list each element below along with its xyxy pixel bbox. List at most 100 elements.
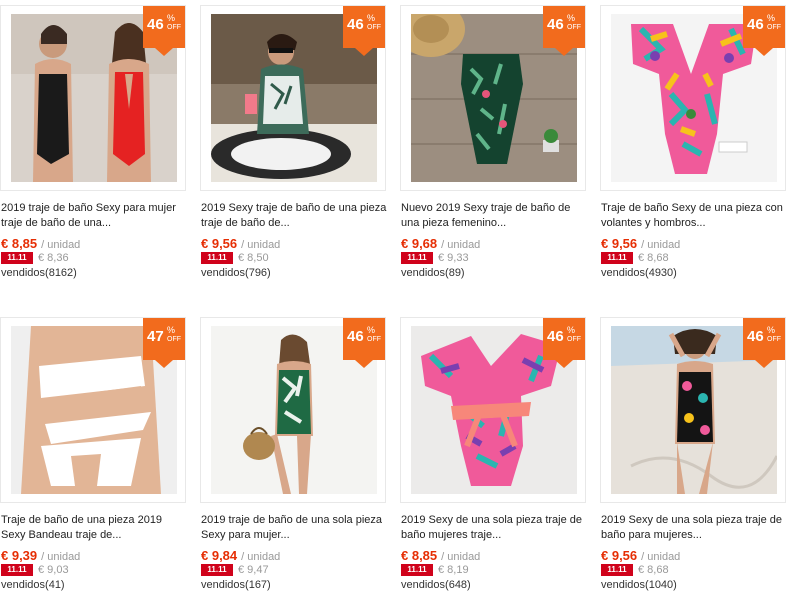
price-unit: / unidad bbox=[441, 239, 481, 251]
product-title[interactable]: 2019 Sexy traje de baño de una pieza tra… bbox=[201, 201, 387, 233]
promo-row: 11.11 € 9,03 bbox=[1, 564, 69, 577]
discount-badge: 46 % OFF bbox=[343, 6, 385, 56]
price-row: € 8,85/ unidad bbox=[401, 548, 480, 563]
product-price: € 9,56 bbox=[601, 548, 638, 563]
price-row: € 9,56/ unidad bbox=[201, 236, 280, 251]
price-row: € 9,56/ unidad bbox=[601, 548, 680, 563]
promo-tag: 11.11 bbox=[401, 252, 433, 265]
promo-row: 11.11 € 8,68 bbox=[601, 252, 669, 265]
promo-price: € 8,68 bbox=[638, 252, 669, 264]
price-unit: / unidad bbox=[241, 239, 281, 251]
price-unit: / unidad bbox=[641, 239, 681, 251]
promo-tag: 11.11 bbox=[601, 564, 633, 577]
product-title[interactable]: 2019 Sexy de una sola pieza traje de bañ… bbox=[601, 513, 787, 545]
discount-percent-sign: % bbox=[367, 13, 376, 23]
product-title[interactable]: Traje de baño de una pieza 2019 Sexy Ban… bbox=[1, 513, 187, 545]
sold-count: vendidos(1040) bbox=[601, 579, 677, 591]
product-price: € 9,56 bbox=[201, 236, 238, 251]
product-image[interactable]: 46 % OFF bbox=[400, 5, 586, 191]
product-image[interactable]: 46 % OFF bbox=[0, 5, 186, 191]
price-row: € 9,56/ unidad bbox=[601, 236, 680, 251]
discount-value: 46 bbox=[747, 328, 764, 345]
discount-badge: 46 % OFF bbox=[543, 6, 585, 56]
discount-off-label: OFF bbox=[367, 336, 381, 343]
sold-count: vendidos(8162) bbox=[1, 267, 77, 279]
discount-percent-sign: % bbox=[567, 13, 576, 23]
discount-badge: 46 % OFF bbox=[143, 6, 185, 56]
discount-off-label: OFF bbox=[567, 336, 581, 343]
discount-percent-sign: % bbox=[167, 325, 176, 335]
price-row: € 8,85/ unidad bbox=[1, 236, 80, 251]
promo-price: € 8,19 bbox=[438, 564, 469, 576]
discount-value: 46 bbox=[547, 16, 564, 33]
product-card[interactable]: 46 % OFF Nuevo 2019 Sexy traje de baño d… bbox=[400, 0, 596, 290]
product-title[interactable]: Traje de baño Sexy de una pieza con vola… bbox=[601, 201, 787, 233]
promo-tag: 11.11 bbox=[1, 564, 33, 577]
discount-percent-sign: % bbox=[167, 13, 176, 23]
sold-count: vendidos(167) bbox=[201, 579, 271, 591]
product-price: € 9,68 bbox=[401, 236, 438, 251]
price-unit: / unidad bbox=[41, 551, 81, 563]
product-price: € 9,56 bbox=[601, 236, 638, 251]
discount-off-label: OFF bbox=[167, 24, 181, 31]
product-image[interactable]: 46 % OFF bbox=[600, 5, 786, 191]
discount-badge: 46 % OFF bbox=[743, 6, 785, 56]
product-card[interactable]: 46 % OFF Traje de baño Sexy de una pieza… bbox=[600, 0, 795, 290]
promo-row: 11.11 € 8,19 bbox=[401, 564, 469, 577]
discount-value: 46 bbox=[147, 16, 164, 33]
product-price: € 9,84 bbox=[201, 548, 238, 563]
product-card[interactable]: 46 % OFF 2019 traje de baño de una sola … bbox=[200, 312, 396, 602]
price-row: € 9,84/ unidad bbox=[201, 548, 280, 563]
promo-price: € 8,50 bbox=[238, 252, 269, 264]
promo-price: € 9,47 bbox=[238, 564, 269, 576]
discount-percent-sign: % bbox=[567, 325, 576, 335]
discount-off-label: OFF bbox=[167, 336, 181, 343]
sold-count: vendidos(41) bbox=[1, 579, 65, 591]
product-image[interactable]: 46 % OFF bbox=[200, 317, 386, 503]
product-title[interactable]: 2019 Sexy de una sola pieza traje de bañ… bbox=[401, 513, 587, 545]
promo-row: 11.11 € 8,68 bbox=[601, 564, 669, 577]
promo-row: 11.11 € 9,47 bbox=[201, 564, 269, 577]
product-card[interactable]: 47 % OFF Traje de baño de una pieza 2019… bbox=[0, 312, 196, 602]
product-image[interactable]: 47 % OFF bbox=[0, 317, 186, 503]
discount-value: 47 bbox=[147, 328, 164, 345]
promo-row: 11.11 € 9,33 bbox=[401, 252, 469, 265]
product-title[interactable]: 2019 traje de baño Sexy para mujer traje… bbox=[1, 201, 187, 233]
product-title[interactable]: 2019 traje de baño de una sola pieza Sex… bbox=[201, 513, 387, 545]
discount-off-label: OFF bbox=[567, 24, 581, 31]
price-row: € 9,68/ unidad bbox=[401, 236, 480, 251]
promo-row: 11.11 € 8,36 bbox=[1, 252, 69, 265]
sold-count: vendidos(648) bbox=[401, 579, 471, 591]
promo-row: 11.11 € 8,50 bbox=[201, 252, 269, 265]
sold-count: vendidos(4930) bbox=[601, 267, 677, 279]
discount-badge: 46 % OFF bbox=[543, 318, 585, 368]
discount-off-label: OFF bbox=[367, 24, 381, 31]
promo-tag: 11.11 bbox=[201, 564, 233, 577]
product-card[interactable]: 46 % OFF 2019 Sexy traje de baño de una … bbox=[200, 0, 396, 290]
discount-percent-sign: % bbox=[367, 325, 376, 335]
promo-price: € 9,03 bbox=[38, 564, 69, 576]
price-row: € 9,39/ unidad bbox=[1, 548, 80, 563]
price-unit: / unidad bbox=[641, 551, 681, 563]
product-image[interactable]: 46 % OFF bbox=[200, 5, 386, 191]
product-image[interactable]: 46 % OFF bbox=[600, 317, 786, 503]
product-card[interactable]: 46 % OFF 2019 traje de baño Sexy para mu… bbox=[0, 0, 196, 290]
price-unit: / unidad bbox=[241, 551, 281, 563]
discount-badge: 47 % OFF bbox=[143, 318, 185, 368]
discount-value: 46 bbox=[747, 16, 764, 33]
discount-percent-sign: % bbox=[767, 13, 776, 23]
product-title[interactable]: Nuevo 2019 Sexy traje de baño de una pie… bbox=[401, 201, 587, 233]
product-image[interactable]: 46 % OFF bbox=[400, 317, 586, 503]
discount-value: 46 bbox=[547, 328, 564, 345]
promo-price: € 9,33 bbox=[438, 252, 469, 264]
product-card[interactable]: 46 % OFF 2019 Sexy de una sola pieza tra… bbox=[400, 312, 596, 602]
promo-tag: 11.11 bbox=[201, 252, 233, 265]
discount-value: 46 bbox=[347, 16, 364, 33]
product-card[interactable]: 46 % OFF 2019 Sexy de una sola pieza tra… bbox=[600, 312, 795, 602]
price-unit: / unidad bbox=[441, 551, 481, 563]
discount-off-label: OFF bbox=[767, 336, 781, 343]
discount-value: 46 bbox=[347, 328, 364, 345]
sold-count: vendidos(796) bbox=[201, 267, 271, 279]
promo-price: € 8,36 bbox=[38, 252, 69, 264]
product-price: € 8,85 bbox=[1, 236, 38, 251]
